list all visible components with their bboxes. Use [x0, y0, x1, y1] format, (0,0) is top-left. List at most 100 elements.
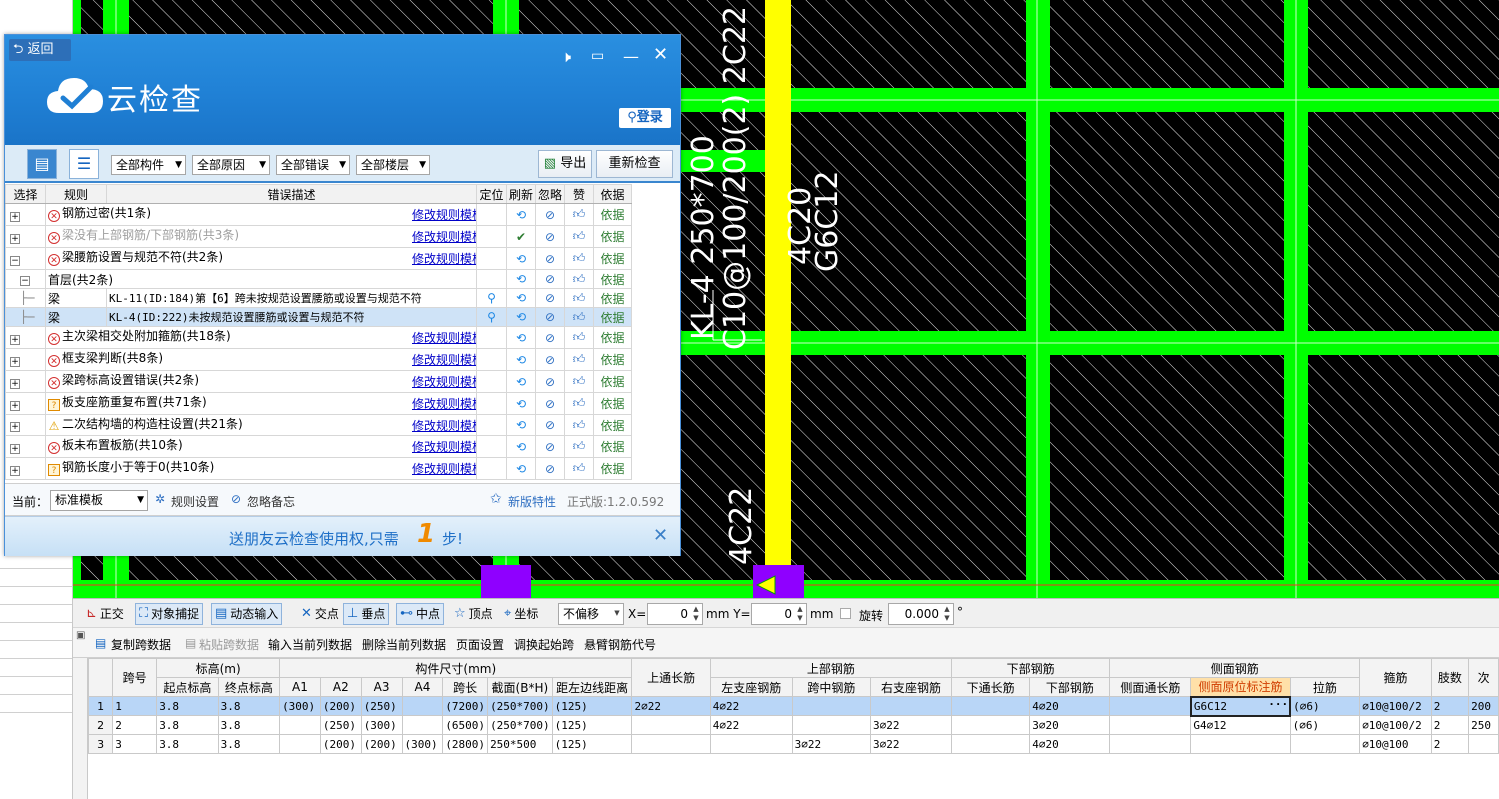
speaker-icon[interactable]: 🕨: [561, 47, 571, 67]
table-cell[interactable]: [1109, 715, 1192, 735]
table-cell[interactable]: 3⌀20: [1029, 715, 1111, 735]
offset-select[interactable]: 不偏移 ▼: [558, 603, 624, 625]
side-in-situ-edit-cell[interactable]: G6C12 ···: [1189, 695, 1292, 717]
thumbs-up-icon[interactable]: 👍︎: [573, 207, 586, 221]
expand-toggle-icon[interactable]: +: [10, 334, 20, 345]
expand-toggle-icon[interactable]: +: [10, 233, 20, 244]
table-cell[interactable]: ⌀10@100/2: [1359, 715, 1432, 735]
intersection-snap[interactable]: ✕ 交点: [298, 603, 342, 625]
refresh-icon[interactable]: ⟲: [516, 397, 526, 411]
thumbs-up-icon[interactable]: 👍︎: [573, 396, 586, 410]
basis-link[interactable]: 依据: [601, 375, 625, 389]
table-cell[interactable]: 2⌀22: [631, 696, 711, 716]
expand-toggle-icon[interactable]: +: [10, 465, 20, 476]
thumbs-up-icon[interactable]: 👍︎: [573, 310, 586, 324]
column-right[interactable]: [753, 565, 804, 598]
table-cell[interactable]: 3.8: [156, 734, 219, 754]
minimize-icon[interactable]: —: [623, 47, 639, 66]
refresh-icon[interactable]: ⟲: [516, 353, 526, 367]
refresh-icon[interactable]: ⟲: [516, 291, 526, 305]
locate-pin-icon[interactable]: ⚲: [487, 291, 496, 305]
table-cell[interactable]: G4⌀12: [1190, 715, 1291, 735]
table-cell[interactable]: [401, 696, 444, 716]
dynamic-input-toggle[interactable]: ▤ 动态输入: [211, 603, 283, 625]
table-cell[interactable]: [869, 696, 952, 716]
page-setup-button[interactable]: 页面设置: [456, 636, 504, 653]
ignore-icon[interactable]: ⊘: [545, 272, 555, 286]
result-row[interactable]: − 首层(共2条) ⟲ ⊘ 👍︎ 依据: [5, 269, 633, 289]
table-cell[interactable]: [631, 715, 711, 735]
floor-filter[interactable]: 全部楼层 ▼: [356, 155, 430, 175]
table-cell[interactable]: [950, 734, 1031, 754]
table-cell[interactable]: 2: [1430, 696, 1470, 716]
refresh-icon[interactable]: ⟲: [516, 418, 526, 432]
table-cell[interactable]: 3⌀22: [791, 734, 871, 754]
span-data-table[interactable]: 跨号 标高(m) 构件尺寸(mm) 上通长筋 上部钢筋 下部钢筋 侧面钢筋 箍筋…: [88, 658, 1499, 799]
table-cell[interactable]: (200): [319, 734, 362, 754]
template-select[interactable]: 标准模板 ▼: [50, 490, 148, 511]
tree-view-tab[interactable]: ☰: [69, 149, 99, 179]
thumbs-up-icon[interactable]: 👍︎: [573, 418, 586, 432]
table-cell[interactable]: (6500): [442, 715, 489, 735]
input-column-button[interactable]: 输入当前列数据: [268, 636, 352, 653]
table-cell[interactable]: [1468, 734, 1499, 754]
perpendicular-snap[interactable]: ⊥ 垂点: [343, 603, 390, 625]
banner-close-icon[interactable]: ✕: [653, 525, 668, 546]
ignore-icon[interactable]: ⊘: [545, 375, 555, 389]
table-cell[interactable]: (250*700): [487, 715, 553, 735]
thumbs-up-icon[interactable]: 👍︎: [573, 461, 586, 475]
edit-rule-template-link[interactable]: 修改规则模板: [412, 417, 476, 434]
table-cell[interactable]: 4⌀20: [1029, 696, 1111, 716]
table-cell[interactable]: [950, 715, 1031, 735]
table-cell[interactable]: (300): [279, 696, 321, 716]
edit-rule-template-link[interactable]: 修改规则模板: [412, 228, 476, 245]
table-cell[interactable]: ⌀10@100/2: [1359, 696, 1432, 716]
table-cell[interactable]: (⌀6): [1289, 715, 1361, 735]
refresh-icon[interactable]: ⟲: [516, 252, 526, 266]
login-button[interactable]: ⚲登录: [619, 108, 671, 128]
thumbs-up-icon[interactable]: 👍︎: [573, 251, 586, 265]
expand-toggle-icon[interactable]: −: [20, 276, 30, 286]
chat-icon[interactable]: ▭: [591, 48, 604, 64]
result-row[interactable]: +?钢筋长度小于等于0(共10条) 修改规则模板 ⟲ ⊘ 👍︎ 依据: [5, 457, 633, 480]
back-button[interactable]: ⮌ 返回: [9, 39, 71, 61]
promo-banner[interactable]: 送朋友云检查使用权,只需 1 步! ✕: [5, 516, 680, 556]
table-cell[interactable]: (200): [360, 734, 403, 754]
refresh-icon[interactable]: ⟲: [516, 375, 526, 389]
basis-link[interactable]: 依据: [601, 208, 625, 222]
ignore-icon[interactable]: ⊘: [545, 252, 555, 266]
x-input[interactable]: 0 ▲ ▼: [647, 603, 703, 625]
cantilever-code-button[interactable]: 悬臂钢筋代号: [584, 636, 656, 653]
expand-toggle-icon[interactable]: +: [10, 378, 20, 389]
table-cell[interactable]: [1109, 696, 1192, 716]
expand-toggle-icon[interactable]: +: [10, 356, 20, 367]
refresh-icon[interactable]: ⟲: [516, 331, 526, 345]
basis-link[interactable]: 依据: [601, 440, 625, 454]
result-row[interactable]: + ✕钢筋过密(共1条) 修改规则模板 ⟲ ⊘ 👍︎ 依据: [5, 203, 633, 226]
table-cell[interactable]: (2800): [442, 734, 489, 754]
rotate-input[interactable]: 0.000 ▲ ▼: [888, 603, 954, 625]
thumbs-up-icon[interactable]: 👍︎: [573, 352, 586, 366]
table-cell[interactable]: (125): [551, 734, 633, 754]
thumbs-up-icon[interactable]: 👍︎: [573, 439, 586, 453]
selected-beam-KL-4[interactable]: [765, 0, 791, 585]
table-cell[interactable]: [791, 696, 871, 716]
basis-link[interactable]: 依据: [601, 273, 625, 287]
table-cell[interactable]: 3.8: [217, 715, 281, 735]
edit-rule-template-link[interactable]: 修改规则模板: [412, 395, 476, 412]
expand-toggle-icon[interactable]: −: [10, 255, 20, 266]
basis-link[interactable]: 依据: [601, 331, 625, 345]
basis-link[interactable]: 依据: [601, 311, 625, 325]
rotate-checkbox[interactable]: [840, 608, 851, 619]
table-cell[interactable]: 3.8: [156, 696, 219, 716]
y-input[interactable]: 0 ▲ ▼: [751, 603, 807, 625]
spin-icon[interactable]: ▲ ▼: [942, 605, 952, 623]
ignore-notes-link[interactable]: 忽略备忘: [247, 493, 295, 510]
locate-pin-icon[interactable]: ⚲: [487, 310, 496, 324]
refresh-icon[interactable]: ⟲: [516, 208, 526, 222]
paste-span-button[interactable]: 粘贴跨数据: [199, 636, 259, 653]
table-cell[interactable]: (300): [360, 715, 403, 735]
table-cell[interactable]: (⌀6): [1289, 696, 1361, 716]
table-cell[interactable]: 3.8: [156, 715, 219, 735]
edit-rule-template-link[interactable]: 修改规则模板: [412, 460, 476, 477]
